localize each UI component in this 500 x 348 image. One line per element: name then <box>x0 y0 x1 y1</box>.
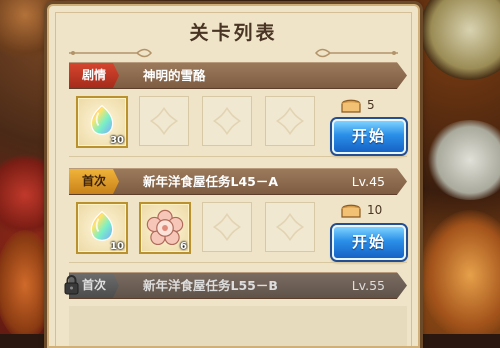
ornament-icon <box>275 212 305 242</box>
ornament-icon <box>275 106 305 136</box>
stage-name: 神明的雪酪 <box>143 68 206 83</box>
stage-name: 新年洋食屋任务L45－A <box>143 174 279 189</box>
empty-reward-slot <box>202 96 252 146</box>
stamina-cost: 10 <box>339 201 399 221</box>
stamina-value: 5 <box>367 98 375 112</box>
reward-quantity: 6 <box>180 241 187 252</box>
first-clear-tag: 首次 <box>69 169 119 194</box>
ornament-icon <box>149 106 179 136</box>
empty-reward-slot <box>202 202 252 252</box>
start-button[interactable]: 开始 <box>332 225 406 260</box>
stage-header-first[interactable]: 首次 新年洋食屋任务L45－A Lv.45 <box>69 168 407 195</box>
ornament-icon <box>212 212 242 242</box>
start-button[interactable]: 开始 <box>332 119 406 154</box>
stamina-cost: 5 <box>339 96 399 116</box>
empty-reward-slot <box>265 202 315 252</box>
ornament-right-icon <box>315 48 398 58</box>
reward-slot[interactable]: 30 <box>76 96 128 148</box>
flower-cookie-icon <box>146 209 184 246</box>
bread-icon <box>341 204 361 218</box>
stage-level: Lv.45 <box>351 174 385 189</box>
lock-icon <box>64 275 79 295</box>
bread-icon <box>341 99 361 113</box>
stage-name: 新年洋食屋任务L55－B <box>143 278 278 293</box>
ornament-icon <box>212 106 242 136</box>
ornament-left-icon <box>69 48 152 58</box>
empty-reward-slot <box>139 96 189 146</box>
reward-slot[interactable]: 10 <box>76 202 128 254</box>
stage-header-story[interactable]: 剧情 神明的雪酪 <box>69 62 407 89</box>
story-tag: 剧情 <box>69 63 119 88</box>
reward-quantity: 10 <box>110 241 124 252</box>
stage-header-locked[interactable]: 首次 新年洋食屋任务L55－B Lv.55 <box>69 272 407 299</box>
stage-level: Lv.55 <box>351 278 385 293</box>
reward-slot[interactable]: 6 <box>139 202 191 254</box>
reward-quantity: 30 <box>110 135 124 146</box>
empty-reward-slot <box>265 96 315 146</box>
page-title: 关卡列表 <box>189 22 278 44</box>
next-stage-area <box>69 306 407 346</box>
stamina-value: 10 <box>367 203 383 217</box>
stage-list-panel: 关卡列表 剧情 神明的雪酪 30 5 开始 首次 新年洋食屋任务L45－A Lv… <box>47 4 420 348</box>
